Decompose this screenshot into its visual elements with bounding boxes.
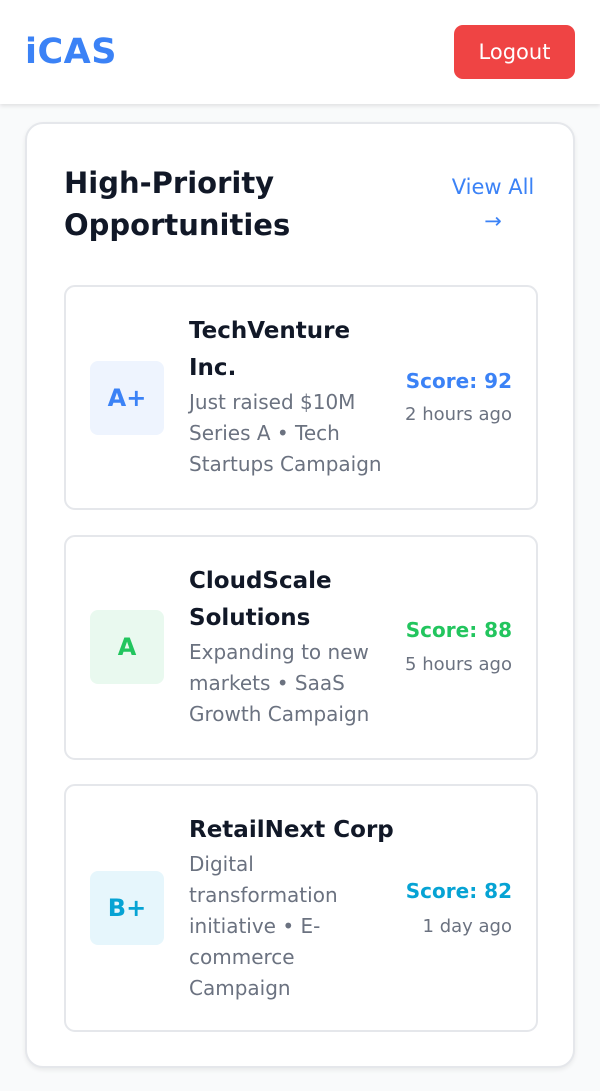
opportunity-score: Score: 82 [405, 879, 512, 903]
panel-title: High-Priority Opportunities [64, 166, 291, 242]
opportunity-description: Just raised $10M Series A • Tech Startup… [189, 390, 382, 476]
opportunity-name: TechVenture Inc. [189, 318, 351, 381]
opportunity-info: RetailNext Corp Digital transformation i… [189, 812, 395, 1004]
opportunities-panel: High-Priority Opportunities View All → A… [25, 122, 575, 1068]
view-all-label: View All [451, 175, 535, 199]
opportunity-time: 1 day ago [422, 916, 512, 937]
opportunity-score: Score: 88 [405, 618, 512, 642]
opportunity-description: Expanding to new markets • SaaS Growth C… [189, 640, 370, 726]
app-logo[interactable]: iCAS [25, 28, 117, 76]
opportunity-info: TechVenture Inc. Just raised $10M Series… [189, 313, 395, 480]
opportunity-name: RetailNext Corp [189, 817, 394, 843]
logout-button[interactable]: Logout [454, 25, 575, 79]
opportunity-score: Score: 92 [405, 369, 512, 393]
grade-badge: A+ [90, 361, 164, 435]
grade-badge: A [90, 610, 164, 684]
grade-badge: B+ [90, 871, 164, 945]
opportunity-time: 2 hours ago [405, 404, 512, 425]
opportunity-card-techventure[interactable]: A+ TechVenture Inc. Just raised $10M Ser… [64, 285, 538, 510]
opportunity-card-cloudscale[interactable]: A CloudScale Solutions Expanding to new … [64, 535, 538, 760]
arrow-right-icon: → [484, 209, 502, 233]
view-all-link[interactable]: View All → [441, 170, 545, 238]
opportunity-card-retailnext[interactable]: B+ RetailNext Corp Digital transformatio… [64, 784, 538, 1032]
app-header: iCAS Logout [0, 0, 600, 104]
opportunity-name: CloudScale Solutions [189, 568, 332, 631]
opportunity-time: 5 hours ago [405, 654, 512, 675]
opportunity-description: Digital transformation initiative • E-co… [189, 852, 338, 1000]
opportunity-info: CloudScale Solutions Expanding to new ma… [189, 563, 395, 730]
